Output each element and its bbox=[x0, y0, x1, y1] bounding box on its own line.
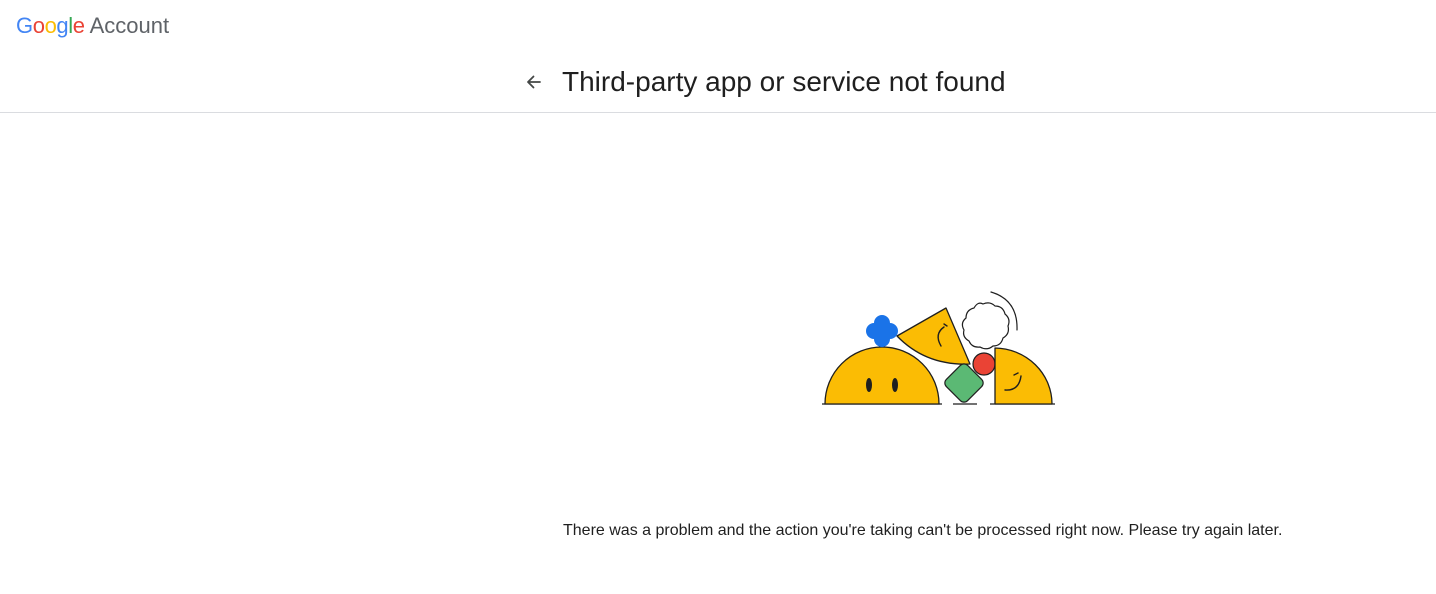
blue-clover-shape bbox=[866, 315, 898, 347]
google-wordmark: G o o g l e bbox=[16, 11, 85, 41]
arrow-back-icon bbox=[527, 75, 541, 89]
face-eye bbox=[866, 378, 872, 392]
brand-letter: g bbox=[56, 13, 69, 38]
page: G o o g l e Account Third-party app or s… bbox=[0, 0, 1436, 594]
error-message: There was a problem and the action you'r… bbox=[563, 522, 1283, 539]
brand-letter: G bbox=[16, 13, 33, 38]
page-title: Third-party app or service not found bbox=[562, 66, 1006, 97]
back-button[interactable] bbox=[516, 64, 552, 100]
page-header: Third-party app or service not found bbox=[0, 60, 1436, 112]
yellow-semicircle-face bbox=[824, 346, 940, 405]
brand-product-name: Account bbox=[89, 13, 170, 38]
red-circle bbox=[972, 352, 996, 376]
brand-letter: o bbox=[32, 13, 45, 38]
header-divider bbox=[0, 112, 1436, 113]
brand-letter: o bbox=[44, 13, 57, 38]
yellow-quarter-face bbox=[994, 347, 1053, 405]
face-eye bbox=[892, 378, 898, 392]
google-account-logo[interactable]: G o o g l e Account bbox=[16, 11, 169, 41]
white-scalloped-circle bbox=[961, 302, 1010, 350]
brand-letter: e bbox=[72, 13, 85, 38]
error-characters-illustration bbox=[822, 291, 1055, 405]
